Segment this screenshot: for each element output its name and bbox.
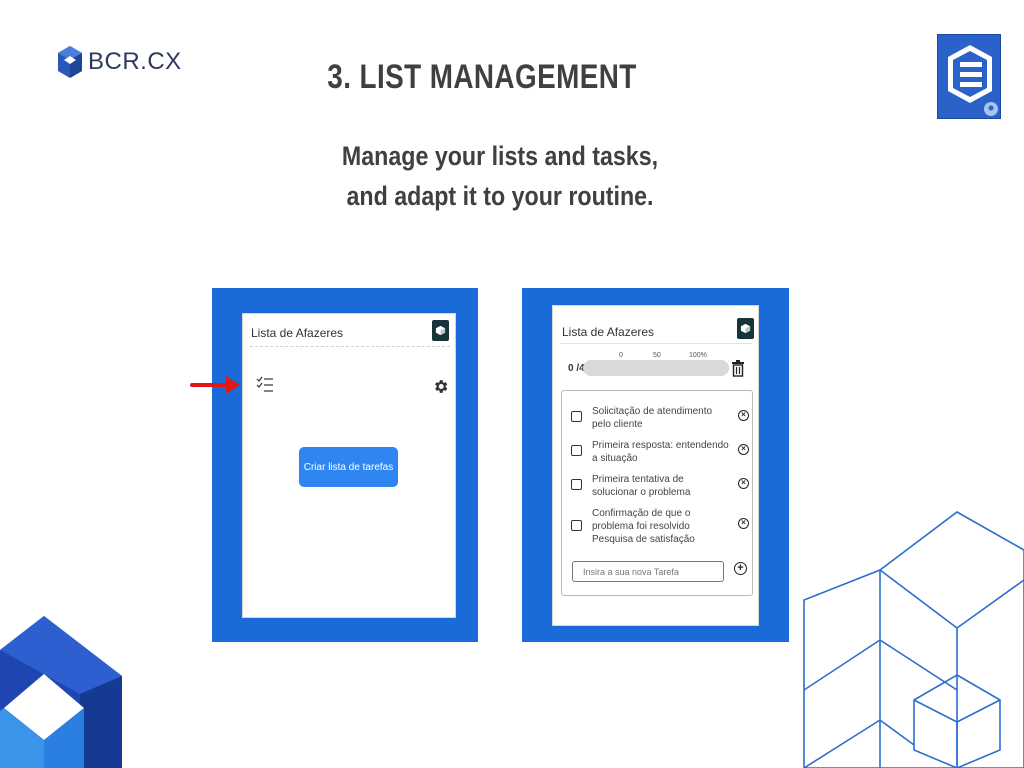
right-card-title: Lista de Afazeres [562,325,655,339]
task-checkbox[interactable] [571,445,582,456]
task-label: Solicitação de atendimento pelo cliente [592,406,713,430]
task-item: Primeira resposta: entendendo a situação… [571,439,749,465]
task-checkbox[interactable] [571,479,582,490]
left-card-divider [250,346,450,347]
create-list-button[interactable]: Criar lista de tarefas [299,447,398,487]
red-arrow-icon [190,376,240,394]
trash-icon[interactable] [731,360,745,377]
progress-tick-0: 0 [619,352,623,359]
task-checkbox[interactable] [571,411,582,422]
decorative-hex-pattern-icon [803,511,1024,768]
task-checkbox[interactable] [571,520,582,531]
task-label: Primeira tentativa de solucionar o probl… [592,474,691,498]
add-task-icon[interactable]: + [734,562,747,575]
progress-bar [583,360,729,376]
slide-subtitle: Manage your lists and tasks, and adapt i… [285,136,715,216]
right-cube-button[interactable] [737,318,754,339]
remove-task-icon[interactable]: × [738,518,749,529]
gear-icon[interactable] [432,378,449,395]
task-item: Solicitação de atendimento pelo cliente … [571,405,749,431]
task-item: Primeira tentativa de solucionar o probl… [571,473,749,499]
cube-icon [740,323,751,334]
remove-task-icon[interactable]: × [738,478,749,489]
left-cube-button[interactable] [432,320,449,341]
task-item: Confirmação de que o problema foi resolv… [571,507,749,546]
remove-task-icon[interactable]: × [738,444,749,455]
checklist-icon[interactable] [256,376,274,394]
new-task-input[interactable] [572,561,724,582]
task-label: Confirmação de que o problema foi resolv… [592,508,695,545]
app-icon [937,34,1001,119]
subtitle-line-1: Manage your lists and tasks, [341,141,659,171]
progress-tick-50: 50 [653,352,661,359]
cube-icon [435,325,446,336]
right-card-divider [560,343,752,344]
remove-task-icon[interactable]: × [738,410,749,421]
decorative-cube-icon [0,616,122,768]
list-app-icon [948,45,998,116]
subtitle-line-2: and adapt it to your routine. [346,181,654,211]
left-card-title: Lista de Afazeres [251,326,344,340]
slide-title: 3. LIST MANAGEMENT [327,58,637,96]
cube-logo-icon [58,46,82,78]
progress-tick-100: 100% [689,352,707,359]
task-label: Primeira resposta: entendendo a situação [592,440,729,464]
